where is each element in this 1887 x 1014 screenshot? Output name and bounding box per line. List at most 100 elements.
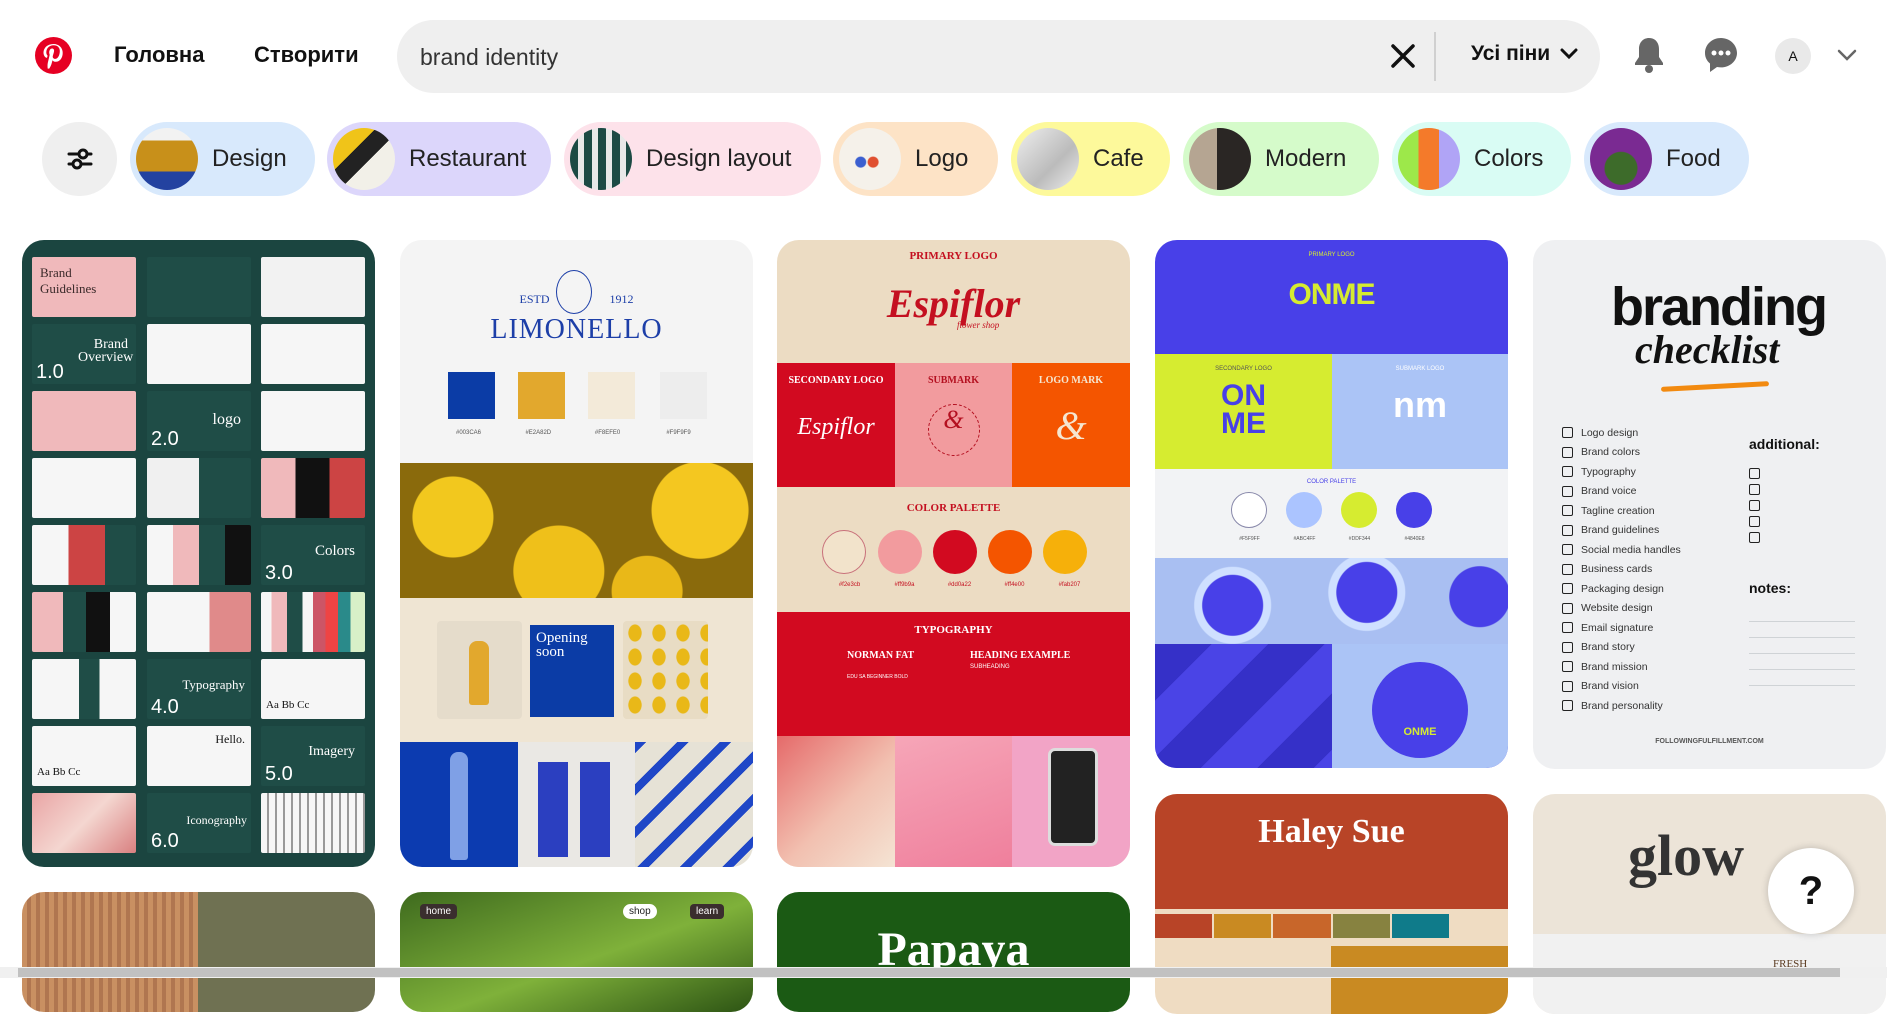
notifications-bell-icon[interactable] bbox=[1632, 36, 1666, 74]
swatch bbox=[518, 372, 565, 419]
slide: Iconography 6.0 bbox=[147, 793, 251, 853]
slide bbox=[32, 525, 136, 585]
onme-logo: ONME bbox=[1288, 278, 1376, 311]
checklist-item[interactable]: Social media handles bbox=[1562, 540, 1681, 560]
pin-filter-dropdown[interactable]: Усі піни bbox=[1471, 42, 1578, 66]
checklist-item[interactable]: Email signature bbox=[1562, 618, 1681, 638]
swatch bbox=[1450, 914, 1508, 938]
checklist-item[interactable]: Brand story bbox=[1562, 638, 1681, 658]
submark-seal: & bbox=[927, 404, 980, 456]
pinterest-logo[interactable] bbox=[35, 37, 72, 74]
sliders-icon bbox=[67, 148, 92, 170]
chip-cafe[interactable]: Cafe bbox=[1011, 122, 1170, 196]
secondary-logo-label: SECONDARY LOGO bbox=[1215, 366, 1272, 372]
chip-design-layout[interactable]: Design layout bbox=[564, 122, 821, 196]
scrollbar-thumb[interactable] bbox=[18, 968, 1840, 977]
pin-onme[interactable]: PRIMARY LOGO ONME SECONDARY LOGO ON ME SU… bbox=[1155, 240, 1508, 768]
submark-logo: nm bbox=[1393, 384, 1447, 425]
checklist-item[interactable]: Brand colors bbox=[1562, 443, 1681, 463]
checklist-item[interactable]: Brand guidelines bbox=[1562, 521, 1681, 541]
checklist-item[interactable]: Website design bbox=[1562, 599, 1681, 619]
slide bbox=[147, 525, 251, 585]
slide bbox=[32, 592, 136, 652]
horizontal-scrollbar[interactable] bbox=[0, 967, 1887, 978]
pin-branding-checklist[interactable]: branding checklist Logo design Brand col… bbox=[1533, 240, 1886, 769]
nav-create[interactable]: Створити bbox=[254, 42, 359, 68]
chip-thumbnail bbox=[1189, 128, 1251, 190]
slide bbox=[147, 324, 251, 384]
chip-logo[interactable]: Logo bbox=[833, 122, 998, 196]
checklist-items: Logo design Brand colors Typography Bran… bbox=[1562, 423, 1681, 716]
checklist-item[interactable]: Packaging design bbox=[1562, 579, 1681, 599]
chip-label: Cafe bbox=[1093, 145, 1144, 172]
checklist-item[interactable]: Logo design bbox=[1562, 423, 1681, 443]
lemons-photo bbox=[400, 463, 753, 598]
checklist-item[interactable]: Tagline creation bbox=[1562, 501, 1681, 521]
search-bar[interactable]: Усі піни bbox=[397, 20, 1600, 93]
chip-modern[interactable]: Modern bbox=[1183, 122, 1379, 196]
slide bbox=[261, 257, 365, 317]
typography-title: TYPOGRAPHY bbox=[914, 624, 993, 636]
chip-colors[interactable]: Colors bbox=[1392, 122, 1571, 196]
clear-search-icon[interactable] bbox=[1390, 43, 1416, 69]
swatch-hex: #ff4e00 bbox=[1004, 582, 1025, 588]
pin-papaya[interactable]: Papaya bbox=[777, 892, 1130, 1012]
filters-button[interactable] bbox=[42, 122, 117, 196]
glow-logo: glow bbox=[1628, 823, 1744, 888]
slide bbox=[261, 793, 365, 853]
swatch bbox=[822, 530, 866, 574]
checklist-item[interactable]: Brand mission bbox=[1562, 657, 1681, 677]
search-input[interactable] bbox=[420, 40, 1120, 74]
checklist-item[interactable]: Brand voice bbox=[1562, 482, 1681, 502]
checkbox[interactable] bbox=[1749, 516, 1760, 527]
checkbox[interactable] bbox=[1749, 500, 1760, 511]
chip-label: Colors bbox=[1474, 145, 1544, 172]
help-button[interactable]: ? bbox=[1768, 848, 1854, 934]
slide: Imagery 5.0 bbox=[261, 726, 365, 786]
pin-espiflor[interactable]: PRIMARY LOGO Espiflor flower shop SECOND… bbox=[777, 240, 1130, 867]
onme-badge: ONME bbox=[1372, 662, 1468, 758]
swatch-hex: #E2A82D bbox=[525, 430, 552, 436]
messages-icon[interactable] bbox=[1703, 36, 1739, 74]
chip-thumbnail bbox=[333, 128, 395, 190]
swatch-hex: #ABC4FF bbox=[1293, 536, 1316, 542]
help-icon: ? bbox=[1798, 868, 1824, 913]
primary-logo-label: PRIMARY LOGO bbox=[909, 250, 998, 262]
chip-label: Restaurant bbox=[409, 145, 527, 172]
swatch bbox=[1273, 914, 1331, 938]
pin-haley-sue[interactable]: Haley Sue bbox=[1155, 794, 1508, 1014]
checklist-item[interactable]: Brand personality bbox=[1562, 696, 1681, 716]
checklist-footer: FOLLOWINGFULFILLMENT.COM bbox=[1655, 738, 1764, 745]
checklist-subtitle: checklist bbox=[1635, 327, 1780, 372]
chip-thumbnail bbox=[570, 128, 632, 190]
divider bbox=[1434, 32, 1436, 81]
slide bbox=[147, 257, 251, 317]
chip-design[interactable]: Design bbox=[130, 122, 315, 196]
chip-thumbnail bbox=[1398, 128, 1460, 190]
checkbox[interactable] bbox=[1749, 484, 1760, 495]
submark-label: SUBMARK LOGO bbox=[1395, 366, 1445, 372]
account-menu-chevron-icon[interactable] bbox=[1837, 49, 1857, 67]
chip-restaurant[interactable]: Restaurant bbox=[327, 122, 551, 196]
notes-lines bbox=[1749, 606, 1855, 688]
swatch bbox=[1391, 914, 1449, 938]
checklist-item[interactable]: Typography bbox=[1562, 462, 1681, 482]
checklist-item[interactable]: Business cards bbox=[1562, 560, 1681, 580]
chip-label: Logo bbox=[915, 145, 969, 172]
font-sub: EDU SA BEGINNER BOLD bbox=[847, 674, 908, 680]
pin-limonello[interactable]: ESTD 1912 LIMONELLO #003CA6 #E2A82D #F8EF… bbox=[400, 240, 753, 867]
slide bbox=[32, 391, 136, 451]
chip-food[interactable]: Food bbox=[1584, 122, 1749, 196]
chip-thumbnail bbox=[136, 128, 198, 190]
checkbox[interactable] bbox=[1749, 532, 1760, 543]
pin-brand-guidelines[interactable]: Brand Guidelines Brand Overview 1.0 logo… bbox=[22, 240, 375, 867]
avatar[interactable]: A bbox=[1775, 38, 1811, 74]
nav-home[interactable]: Головна bbox=[114, 42, 204, 68]
checkbox[interactable] bbox=[1749, 468, 1760, 479]
pin-grass-website[interactable]: home shop learn bbox=[400, 892, 753, 1012]
avatar-letter: A bbox=[1788, 48, 1798, 64]
slide bbox=[261, 592, 365, 652]
swatch bbox=[660, 372, 707, 419]
pin-wood-olive[interactable] bbox=[22, 892, 375, 1012]
checklist-item[interactable]: Brand vision bbox=[1562, 677, 1681, 697]
